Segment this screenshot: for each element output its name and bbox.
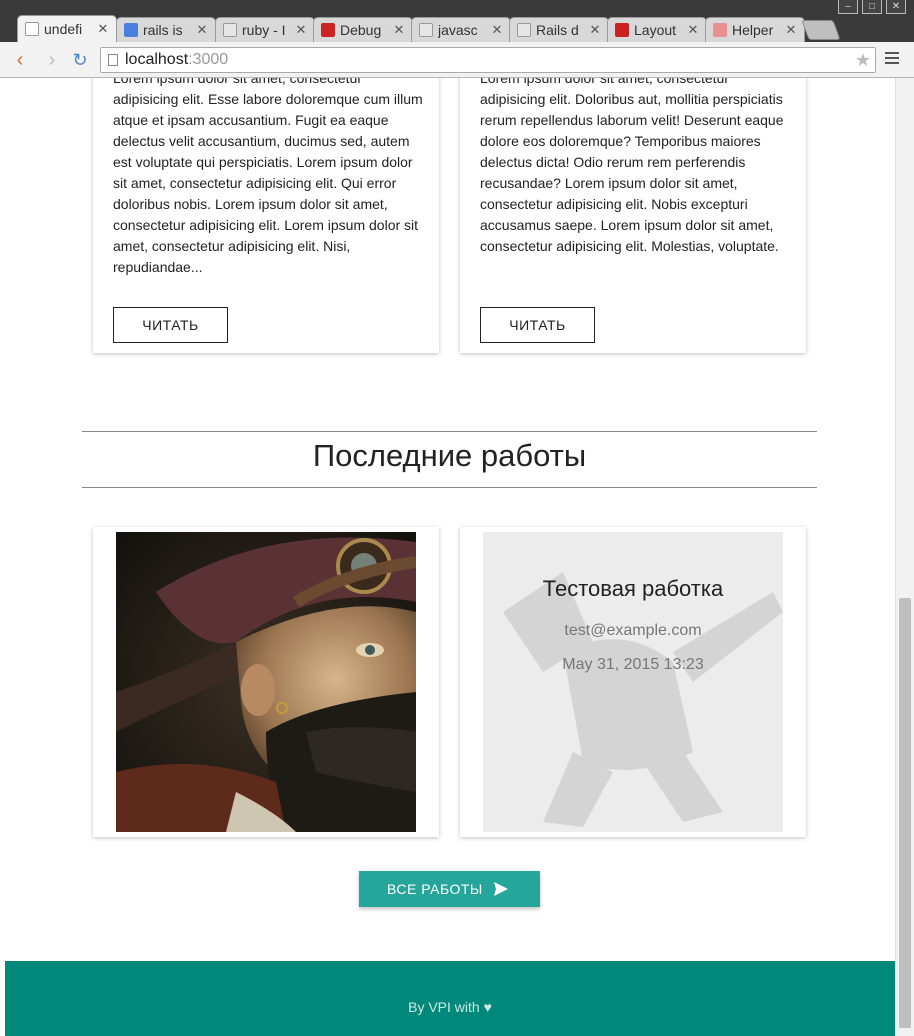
browser-tab[interactable]: javasc ✕ (411, 17, 511, 42)
work-title: Тестовая работка (542, 576, 724, 601)
url-host: localhost (125, 51, 189, 68)
divider (82, 487, 817, 488)
close-icon[interactable]: ✕ (588, 22, 602, 38)
browser-toolbar: ‹ › ↻ localhost:3000 ★ (0, 42, 914, 78)
tab-title: javasc (438, 22, 478, 38)
divider (82, 431, 817, 432)
browser-tab[interactable]: undefi ✕ (17, 15, 117, 42)
page-scrollbar[interactable] (895, 78, 914, 1036)
tab-title: rails is (143, 22, 183, 38)
browser-tab[interactable]: Helper ✕ (705, 17, 805, 42)
post-excerpt: Lorem ipsum dolor sit amet, consectetur … (113, 78, 423, 275)
read-button[interactable]: ЧИТАТЬ (480, 307, 595, 343)
post-card: Lorem ipsum dolor sit amet, consectetur … (93, 78, 439, 353)
google-icon (124, 23, 138, 37)
close-icon[interactable]: ✕ (686, 22, 700, 38)
tab-title: Rails d (536, 22, 579, 38)
ruby-icon (615, 23, 629, 37)
ruby-icon (321, 23, 335, 37)
footer: By VPI with ♥ (5, 961, 895, 1036)
work-image[interactable] (116, 532, 416, 832)
post-card: Lorem ipsum dolor sit amet, consectetur … (460, 78, 806, 353)
work-card[interactable]: Тестовая работка test@example.com May 31… (460, 527, 806, 837)
close-icon[interactable]: ✕ (96, 21, 110, 37)
work-card[interactable] (93, 527, 439, 837)
reload-icon[interactable]: ↻ (69, 49, 91, 71)
all-works-button[interactable]: ВСЕ РАБОТЫ (359, 871, 540, 907)
page-icon (25, 22, 39, 36)
tab-title: Debug (340, 22, 382, 38)
close-icon[interactable]: ✕ (195, 22, 209, 38)
bookmark-star-icon[interactable]: ★ (855, 48, 871, 72)
address-bar[interactable]: localhost:3000 ★ (100, 47, 876, 73)
post-excerpt: Lorem ipsum dolor sit amet, consectetur … (480, 78, 784, 254)
tab-title: Helper (732, 22, 774, 38)
page-icon (419, 23, 433, 37)
close-icon[interactable]: ✕ (294, 22, 308, 38)
scrollbar-thumb[interactable] (899, 598, 911, 1028)
tab-title: ruby - I (242, 22, 286, 38)
close-icon[interactable]: ✕ (392, 22, 406, 38)
page-icon (223, 23, 237, 37)
page-icon (517, 23, 531, 37)
tab-title: undefi (44, 21, 83, 37)
tab-title: Layout (634, 22, 677, 38)
url-port: :3000 (188, 51, 229, 68)
work-author-email: test@example.com (564, 622, 702, 639)
work-info[interactable]: Тестовая работка test@example.com May 31… (483, 532, 783, 832)
helper-icon (713, 23, 727, 37)
browser-tab[interactable]: ruby - I ✕ (215, 17, 315, 42)
close-icon[interactable]: ✕ (490, 22, 504, 38)
maximize-icon[interactable]: □ (862, 0, 882, 14)
page-icon (108, 54, 118, 66)
close-icon[interactable]: ✕ (784, 22, 798, 38)
browser-tab[interactable]: Rails d ✕ (509, 17, 609, 42)
new-tab-button[interactable] (801, 20, 841, 40)
send-icon (494, 882, 508, 896)
forward-icon[interactable]: › (41, 49, 63, 71)
window-close-icon[interactable]: ✕ (886, 0, 906, 14)
browser-tab[interactable]: Layout ✕ (607, 17, 707, 42)
all-works-label: ВСЕ РАБОТЫ (387, 881, 483, 897)
browser-tab[interactable]: Debug ✕ (313, 17, 413, 42)
browser-tab-strip: undefi ✕ rails is ✕ ruby - I ✕ Debug ✕ j… (0, 0, 914, 42)
browser-tab[interactable]: rails is ✕ (116, 17, 216, 42)
work-date: May 31, 2015 13:23 (562, 656, 704, 673)
read-button[interactable]: ЧИТАТЬ (113, 307, 228, 343)
section-title: Последние работы (312, 438, 587, 473)
menu-icon[interactable] (885, 52, 899, 67)
footer-credit: By VPI with ♥ (408, 999, 492, 1015)
minimize-icon[interactable]: – (838, 0, 858, 14)
back-icon[interactable]: ‹ (9, 49, 31, 71)
page-viewport: Lorem ipsum dolor sit amet, consectetur … (5, 78, 895, 1036)
